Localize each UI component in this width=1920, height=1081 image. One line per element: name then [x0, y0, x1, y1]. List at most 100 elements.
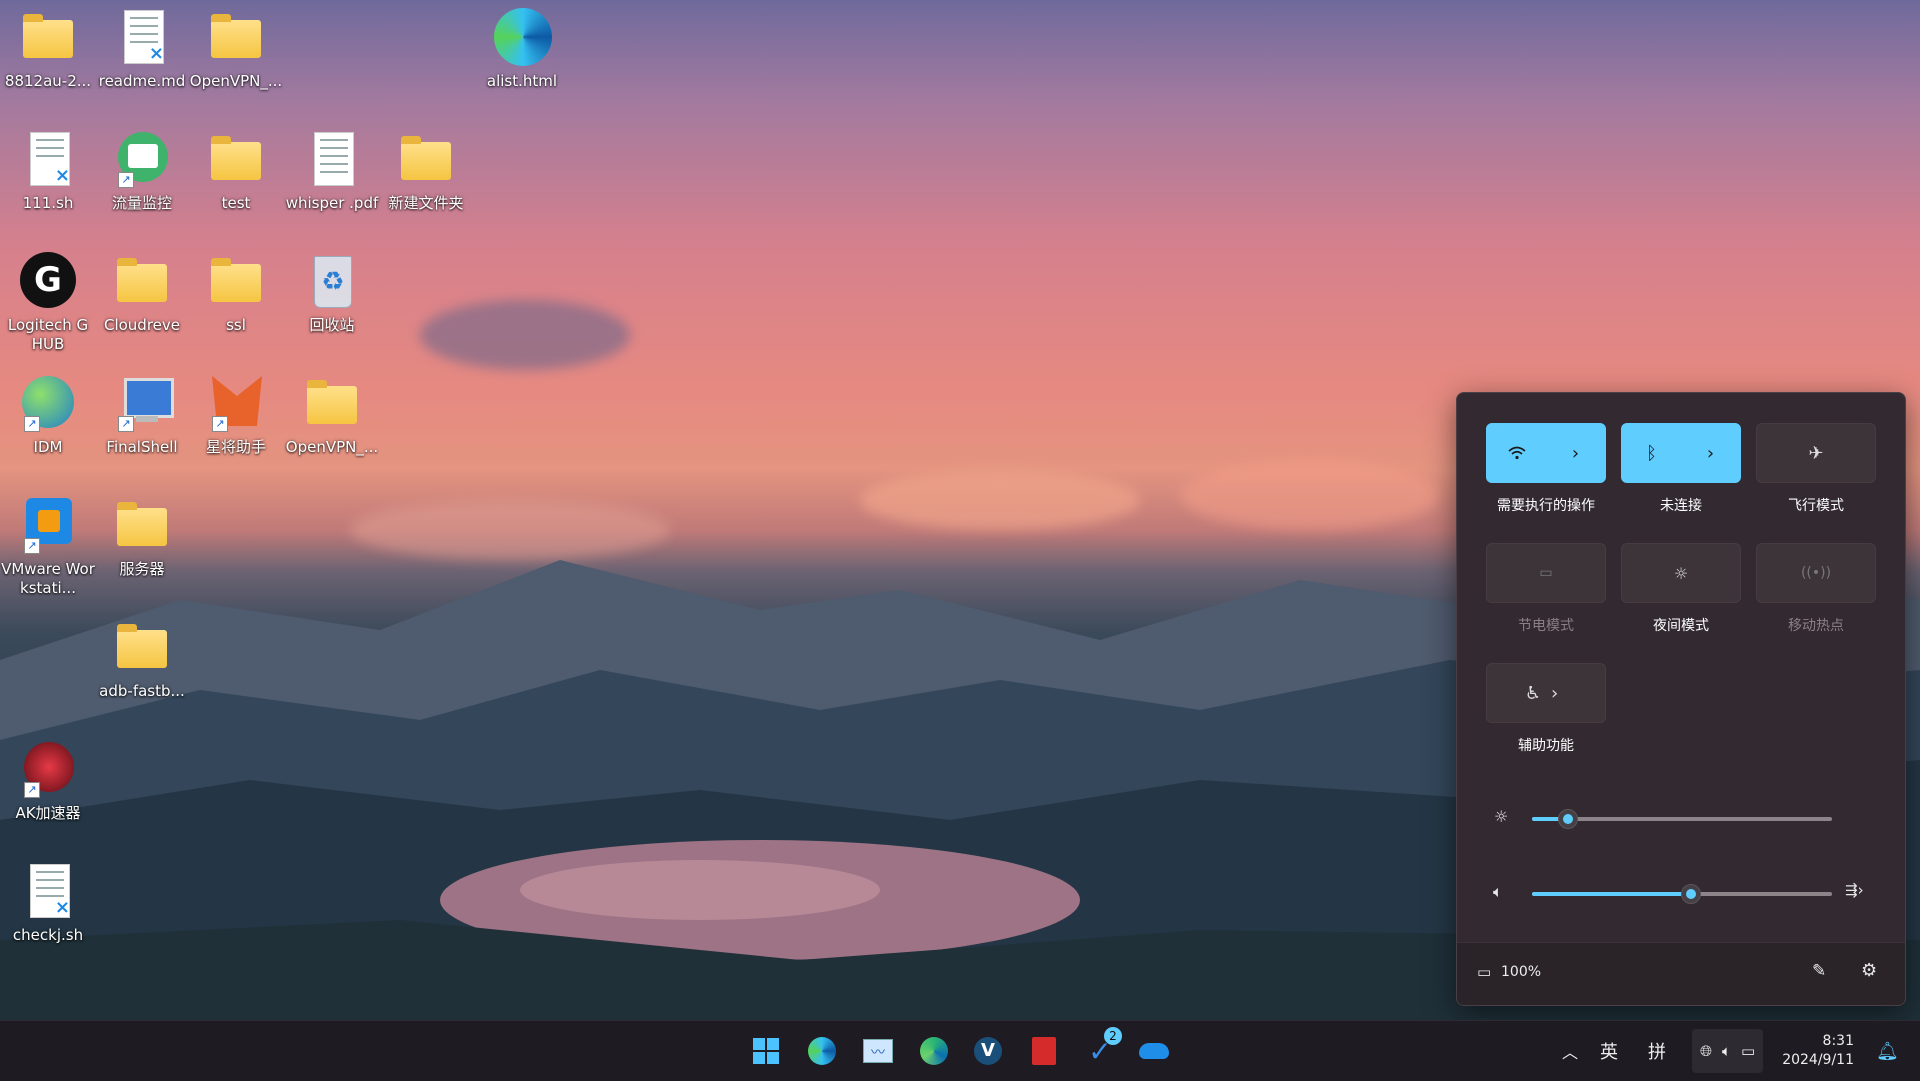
- desktop-icon-folder[interactable]: 服务器: [94, 496, 190, 579]
- accessibility-icon: ♿: [1524, 682, 1541, 704]
- desktop-icon-app[interactable]: ↗ IDM: [0, 374, 96, 457]
- mobile-hotspot-tile[interactable]: ((•)): [1756, 543, 1876, 603]
- desktop-icon-folder[interactable]: 8812au-2...: [0, 8, 96, 91]
- quick-settings-footer: ▭ 100% ✎ ⚙: [1457, 942, 1905, 1005]
- ime-mode-label: 拼: [1648, 1042, 1666, 1063]
- desktop-icon-label: 新建文件夹: [388, 194, 464, 212]
- network-globe-icon: 🌐︎: [1700, 1042, 1713, 1060]
- clock-time: 8:31: [1822, 1033, 1854, 1049]
- desktop-icon-app[interactable]: ↗ 流量监控: [94, 130, 190, 213]
- vscode-file-icon: ⨯: [18, 130, 78, 190]
- settings-gear-icon[interactable]: ⚙: [1861, 960, 1877, 981]
- bluetooth-icon[interactable]: ᛒ: [1622, 424, 1681, 482]
- edge-icon: [808, 1037, 836, 1065]
- taskbar-todo-button[interactable]: ✓ 2: [1082, 1027, 1122, 1069]
- bluetooth-expand-chevron-icon[interactable]: ›: [1681, 424, 1740, 482]
- desktop-icon-app[interactable]: G Logitech G HUB: [0, 252, 96, 354]
- taskbar-v-app-button[interactable]: V: [970, 1033, 1006, 1069]
- desktop-icon-folder[interactable]: adb-fastb...: [94, 618, 190, 701]
- finalshell-icon: ↗: [112, 374, 174, 434]
- airplane-tile[interactable]: ✈: [1756, 423, 1876, 483]
- desktop-icon-label: 回收站: [309, 316, 355, 334]
- desktop-icon-label: Logitech G HUB: [7, 316, 89, 353]
- folder-icon: [396, 130, 456, 190]
- desktop-icon-html[interactable]: alist.html: [474, 8, 570, 91]
- ime-language-label: 英: [1600, 1042, 1618, 1063]
- battery-icon[interactable]: ▭: [1477, 963, 1491, 981]
- night-light-tile[interactable]: ☼: [1621, 543, 1741, 603]
- desktop-icon-label: OpenVPN_...: [285, 438, 379, 456]
- edit-pencil-icon[interactable]: ✎: [1812, 961, 1826, 981]
- desktop-icon-label: alist.html: [486, 72, 558, 90]
- brightness-slider[interactable]: [1532, 809, 1832, 829]
- taskbar-edge-button[interactable]: [804, 1033, 840, 1069]
- desktop-icon-folder[interactable]: test: [188, 130, 284, 213]
- taskbar-edge-beta-button[interactable]: [916, 1033, 952, 1069]
- taskbar-red-app-button[interactable]: [1026, 1033, 1062, 1069]
- bluetooth-tile[interactable]: ᛒ ›: [1621, 423, 1741, 483]
- v-app-icon: V: [974, 1037, 1002, 1065]
- desktop-icon-folder[interactable]: OpenVPN_...: [188, 8, 284, 91]
- show-hidden-icons-button[interactable]: ︿: [1562, 1021, 1578, 1081]
- desktop-icon-folder[interactable]: 新建文件夹: [378, 130, 474, 213]
- brightness-slider-thumb[interactable]: [1558, 809, 1578, 829]
- desktop-icon-folder[interactable]: Cloudreve: [94, 252, 190, 335]
- quick-settings-panel: › 需要执行的操作 ᛒ › 未连接 ✈ 飞行模式 ▭ 节电模式 ☼ 夜间模式 (…: [1456, 392, 1906, 1006]
- desktop-icon-label: readme.md: [98, 72, 186, 90]
- start-button[interactable]: [748, 1033, 784, 1069]
- edge-beta-icon: [920, 1037, 948, 1065]
- accessibility-tile[interactable]: ♿ ›: [1486, 663, 1606, 723]
- desktop-icon-label: checkj.sh: [12, 926, 84, 944]
- clock[interactable]: 8:31 2024/9/11: [1782, 1021, 1854, 1081]
- desktop-icon-label: ssl: [226, 316, 246, 334]
- ak-accelerator-icon: ↗: [18, 740, 78, 800]
- battery-percentage[interactable]: 100%: [1501, 964, 1541, 980]
- airplane-icon: ✈: [1808, 442, 1824, 464]
- vscode-file-icon: ⨯: [18, 862, 78, 922]
- desktop-icon-label: 星将助手: [205, 438, 266, 456]
- notification-center-button[interactable]: 🔔︎: [1876, 1021, 1899, 1081]
- taskbar-task-manager-button[interactable]: 〰: [860, 1033, 896, 1069]
- clock-date: 2024/9/11: [1782, 1052, 1854, 1068]
- battery-saver-tile[interactable]: ▭: [1486, 543, 1606, 603]
- ime-mode-indicator[interactable]: 拼: [1648, 1021, 1666, 1081]
- todo-notification-badge: 2: [1104, 1027, 1122, 1045]
- taskbar-onedrive-button[interactable]: [1136, 1033, 1172, 1069]
- ime-language-indicator[interactable]: 英: [1600, 1021, 1618, 1081]
- desktop-icon-folder[interactable]: ssl: [188, 252, 284, 335]
- desktop-wallpaper: 8812au-2... ⨯ readme.md OpenVPN_... alis…: [0, 0, 1920, 1020]
- desktop-icon-app[interactable]: ↗ VMware Workstati...: [0, 496, 96, 598]
- system-tray-quick-settings-button[interactable]: 🌐︎ 🔈︎ ▭: [1692, 1029, 1764, 1073]
- desktop-icon-label: FinalShell: [106, 438, 178, 456]
- night-light-tile-label: 夜间模式: [1653, 618, 1709, 634]
- desktop-icon-label: OpenVPN_...: [189, 72, 283, 90]
- desktop-icon-pdf[interactable]: whisper .pdf: [284, 130, 380, 213]
- desktop-icon-label: IDM: [33, 438, 63, 456]
- vmware-icon: ↗: [18, 496, 78, 556]
- recycle-bin-icon: ♻: [302, 252, 362, 312]
- task-manager-icon: 〰: [863, 1039, 893, 1063]
- volume-slider-fill: [1532, 892, 1691, 896]
- wifi-expand-chevron-icon[interactable]: ›: [1546, 424, 1605, 482]
- volume-slider[interactable]: [1532, 884, 1832, 904]
- desktop-icon-file[interactable]: ⨯ checkj.sh: [0, 862, 96, 945]
- volume-icon[interactable]: 🔈︎: [1493, 882, 1503, 902]
- desktop-icon-app[interactable]: ↗ AK加速器: [0, 740, 96, 823]
- logitech-ghub-icon: G: [18, 252, 78, 312]
- desktop-icon-file[interactable]: ⨯ 111.sh: [0, 130, 96, 213]
- wifi-icon[interactable]: [1487, 424, 1546, 482]
- audio-output-selector-icon[interactable]: ⇶›: [1845, 881, 1864, 899]
- wifi-tile[interactable]: ›: [1486, 423, 1606, 483]
- folder-icon: [206, 8, 266, 68]
- desktop-icon-folder[interactable]: OpenVPN_...: [284, 374, 380, 457]
- desktop-icon-app[interactable]: ↗ 星将助手: [188, 374, 284, 457]
- idm-icon: ↗: [18, 374, 78, 434]
- speaker-icon: 🔈︎: [1722, 1042, 1732, 1060]
- desktop-icon-app[interactable]: ↗ FinalShell: [94, 374, 190, 457]
- volume-slider-thumb[interactable]: [1681, 884, 1701, 904]
- taskbar: 〰 V ✓ 2 ︿ 英 拼 🌐︎ 🔈︎ ▭ 8:31 2024/9/11 🔔︎: [0, 1020, 1920, 1081]
- desktop-icon-label: AK加速器: [15, 804, 81, 822]
- desktop-icon-file[interactable]: ⨯ readme.md: [94, 8, 190, 91]
- desktop-icon-recycle-bin[interactable]: ♻ 回收站: [284, 252, 380, 335]
- onedrive-icon: [1139, 1043, 1169, 1059]
